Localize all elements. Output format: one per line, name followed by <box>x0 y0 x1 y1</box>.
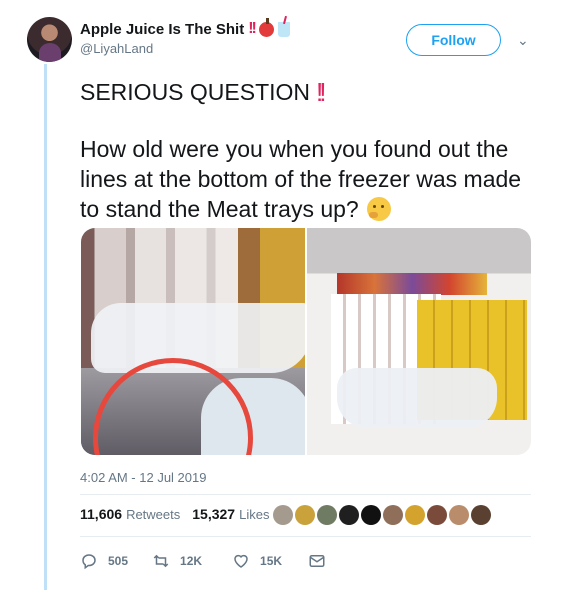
media-grid <box>81 228 531 455</box>
divider <box>80 536 531 537</box>
thread-connector-line <box>44 64 47 590</box>
liker-avatar[interactable] <box>471 505 491 525</box>
liker-avatar[interactable] <box>317 505 337 525</box>
liker-avatar[interactable] <box>449 505 469 525</box>
likes-count: 15,327 <box>192 506 236 522</box>
liker-avatar[interactable] <box>405 505 425 525</box>
thinking-face-icon <box>367 197 392 221</box>
likes-label: Likes <box>239 507 270 522</box>
tweet-headline-text: SERIOUS QUESTION <box>80 79 311 105</box>
liker-avatar[interactable] <box>427 505 447 525</box>
tweet-body-text: How old were you when you found out the … <box>80 136 522 222</box>
author-name-row[interactable]: Apple Juice Is The Shit !! <box>80 17 290 38</box>
tweet-headline: SERIOUS QUESTION !! <box>80 78 540 106</box>
retweets-stat[interactable]: 11,606 Retweets <box>80 506 180 522</box>
engagement-stats: 11,606 Retweets 15,327 Likes <box>80 506 269 522</box>
follow-button[interactable]: Follow <box>406 24 501 56</box>
freezer-photo-left[interactable] <box>81 228 305 455</box>
action-bar: 505 12K 15K <box>80 552 326 570</box>
like-count: 15K <box>260 554 283 568</box>
double-exclamation-icon: !! <box>316 77 327 107</box>
retweet-icon <box>153 554 169 568</box>
author-handle[interactable]: @LiyahLand <box>80 41 290 56</box>
retweets-label: Retweets <box>126 507 181 522</box>
divider <box>80 494 531 495</box>
author-name[interactable]: Apple Juice Is The Shit <box>80 21 244 38</box>
retweet-count: 12K <box>180 554 203 568</box>
liker-avatar[interactable] <box>361 505 381 525</box>
envelope-icon <box>309 555 325 567</box>
retweets-count: 11,606 <box>80 506 123 522</box>
liker-avatar[interactable] <box>339 505 359 525</box>
chevron-down-icon[interactable]: ⌄ <box>517 32 529 49</box>
cup-with-straw-icon <box>277 21 290 37</box>
liker-avatar[interactable] <box>273 505 293 525</box>
double-exclamation-icon: !! <box>248 20 257 37</box>
likes-stat[interactable]: 15,327 Likes <box>192 506 269 522</box>
avatar[interactable] <box>27 17 72 62</box>
tweet-body: How old were you when you found out the … <box>80 134 540 224</box>
like-button[interactable]: 15K <box>232 552 282 570</box>
liker-avatar[interactable] <box>383 505 403 525</box>
direct-message-button[interactable] <box>308 552 326 570</box>
reply-button[interactable]: 505 <box>80 552 128 570</box>
heart-icon <box>234 554 248 568</box>
tweet-timestamp[interactable]: 4:02 AM - 12 Jul 2019 <box>80 470 206 485</box>
tweet-text: SERIOUS QUESTION !! How old were you whe… <box>80 78 540 224</box>
liker-avatar[interactable] <box>295 505 315 525</box>
red-apple-icon <box>258 17 274 37</box>
liker-avatars <box>273 505 491 525</box>
retweet-button[interactable]: 12K <box>152 552 202 570</box>
reply-icon <box>82 554 96 570</box>
reply-count: 505 <box>108 554 129 568</box>
tweet-header: Apple Juice Is The Shit !! @LiyahLand <box>80 17 290 56</box>
freezer-photo-right[interactable] <box>307 228 531 455</box>
